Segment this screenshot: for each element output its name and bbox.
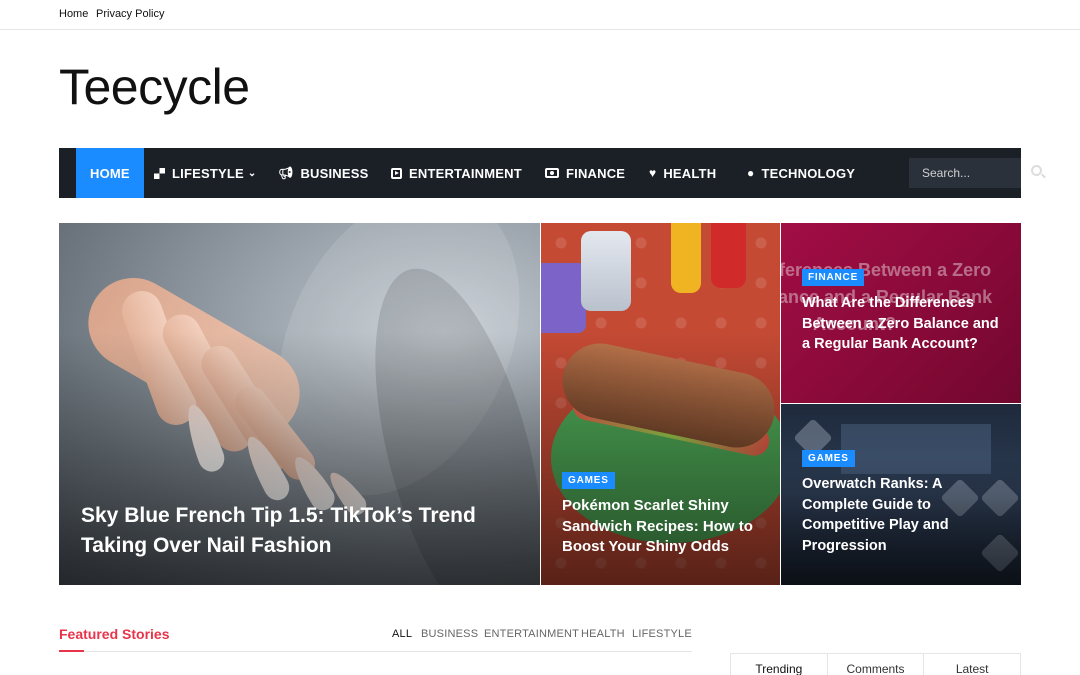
nav-item-entertainment[interactable]: ENTERTAINMENT: [391, 148, 522, 198]
search-input[interactable]: [909, 158, 1021, 188]
search-icon[interactable]: [1031, 165, 1042, 176]
top-bar: Home Privacy Policy: [0, 0, 1080, 30]
nav-item-finance[interactable]: FINANCE: [545, 148, 625, 198]
tab-latest[interactable]: Latest: [924, 654, 1020, 675]
hero-title[interactable]: Pokémon Scarlet Shiny Sandwich Recipes: …: [562, 496, 772, 558]
nav-item-label: LIFESTYLE: [172, 165, 244, 181]
nav-item-label: BUSINESS: [300, 165, 369, 181]
hero-card-overwatch[interactable]: GAMES Overwatch Ranks: A Complete Guide …: [781, 404, 1021, 585]
category-badge[interactable]: GAMES: [802, 450, 855, 467]
money-icon: [545, 168, 559, 178]
chevron-down-icon: ⌄: [247, 167, 257, 179]
apple-icon: ●: [747, 166, 755, 180]
bottle-illustration: [671, 223, 701, 293]
filter-health[interactable]: HEALTH: [581, 628, 625, 640]
megaphone-icon: 📢︎: [278, 166, 294, 180]
top-link-privacy-policy[interactable]: Privacy Policy: [96, 8, 164, 20]
category-badge[interactable]: FINANCE: [802, 269, 865, 286]
bottle-illustration: [711, 223, 746, 288]
nav-item-label: TECHNOLOGY: [761, 165, 856, 181]
heart-pulse-icon: ♥: [649, 166, 657, 180]
featured-stories-heading: Featured Stories: [59, 626, 170, 642]
section-divider: [59, 651, 692, 652]
nav-item-label: FINANCE: [566, 165, 626, 181]
nav-item-business[interactable]: 📢︎ BUSINESS: [278, 148, 369, 198]
hero-title[interactable]: Overwatch Ranks: A Complete Guide to Com…: [802, 474, 1002, 556]
main-nav: HOME LIFESTYLE ⌄ 📢︎ BUSINESS ENTERTAINME…: [59, 148, 1021, 198]
nav-item-lifestyle[interactable]: LIFESTYLE ⌄: [154, 148, 256, 198]
hero-title[interactable]: Sky Blue French Tip 1.5: TikTok’s Trend …: [81, 501, 521, 562]
nav-item-technology[interactable]: ● TECHNOLOGY: [747, 148, 855, 198]
nav-item-label: HEALTH: [663, 165, 717, 181]
filter-lifestyle[interactable]: LIFESTYLE: [632, 628, 692, 640]
nav-item-label: HOME: [90, 165, 130, 181]
nav-item-home[interactable]: HOME: [76, 148, 144, 198]
cup-illustration: [541, 263, 586, 333]
tab-trending[interactable]: Trending: [731, 654, 828, 675]
filter-business[interactable]: BUSINESS: [421, 628, 478, 640]
hero-card-bank-account[interactable]: fferences Between a Zero lance and a Reg…: [781, 223, 1021, 403]
heading-underline: [59, 650, 84, 652]
filter-all[interactable]: ALL: [392, 628, 412, 640]
tab-comments[interactable]: Comments: [828, 654, 925, 675]
category-badge[interactable]: GAMES: [562, 472, 615, 489]
filter-entertainment[interactable]: ENTERTAINMENT: [484, 628, 579, 640]
top-link-home[interactable]: Home: [59, 8, 88, 20]
hero-title[interactable]: What Are the Differences Between a Zero …: [802, 293, 1002, 355]
nav-item-health[interactable]: ♥ HEALTH: [649, 148, 716, 198]
hero-card-nails[interactable]: Sky Blue French Tip 1.5: TikTok’s Trend …: [59, 223, 540, 585]
play-box-icon: [391, 167, 402, 179]
nav-item-label: ENTERTAINMENT: [409, 165, 522, 181]
jar-illustration: [581, 231, 631, 311]
sidebar-tabs: Trending Comments Latest: [730, 653, 1021, 675]
grid-icon: [154, 167, 165, 179]
site-logo[interactable]: Teecycle: [59, 58, 250, 116]
hero-card-pokemon[interactable]: GAMES Pokémon Scarlet Shiny Sandwich Rec…: [541, 223, 780, 585]
